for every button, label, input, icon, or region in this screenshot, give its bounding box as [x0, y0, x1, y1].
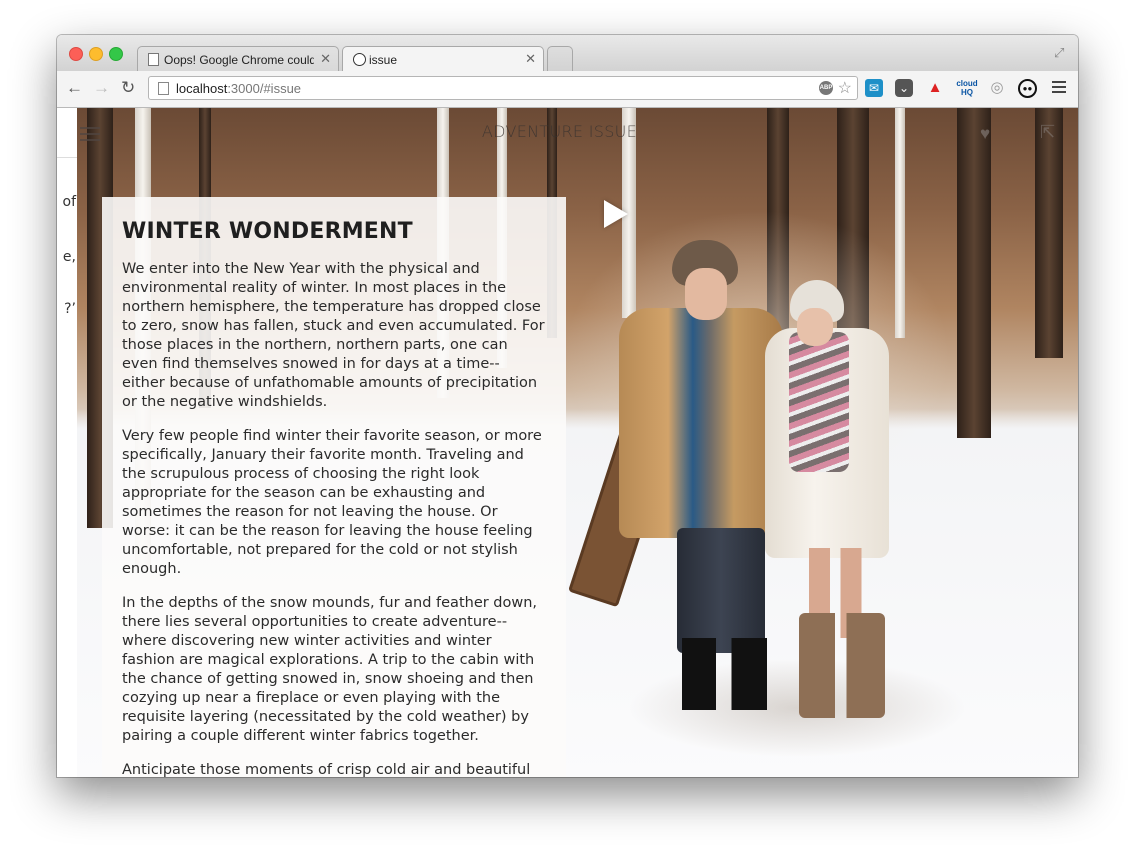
extension-dots-icon[interactable]: ●● [1018, 79, 1037, 98]
fullscreen-icon[interactable]: ⤢ [1054, 45, 1068, 60]
url-host: localhost [176, 81, 228, 96]
minimize-window-button[interactable] [89, 47, 103, 61]
pocket-icon[interactable]: ⌄ [895, 79, 913, 97]
tab-issue[interactable]: issue ✕ [342, 46, 544, 72]
article-title: WINTER WONDERMENT [122, 219, 413, 244]
article-paragraph: Anticipate those moments of crisp cold a… [122, 762, 531, 777]
url-text: localhost:3000/#issue [176, 81, 301, 96]
extension-car-icon[interactable]: ▲ [926, 79, 944, 97]
tab-title: issue [369, 53, 398, 67]
tab-oops[interactable]: Oops! Google Chrome could ✕ [137, 46, 339, 72]
page-icon [158, 82, 169, 95]
man-face [685, 268, 727, 320]
issue-favicon-icon [353, 53, 366, 66]
address-bar[interactable]: localhost:3000/#issue ABP ☆ [148, 76, 858, 100]
man-boots [682, 638, 767, 710]
play-icon[interactable] [604, 200, 628, 228]
page-icon [148, 53, 159, 66]
close-window-button[interactable] [69, 47, 83, 61]
browser-window: Oops! Google Chrome could ✕ issue ✕ ⤢ ← … [57, 35, 1078, 777]
cloudhq-icon[interactable]: cloud HQ [956, 79, 978, 97]
zoom-window-button[interactable] [109, 47, 123, 61]
article-paragraph: Very few people find winter their favori… [122, 428, 542, 577]
page-viewport: of e, ?’ ADVENTURE ISSUE ♥ ⇱ WINTER WOND… [57, 108, 1078, 777]
sidebar-text-fragment: e, [62, 249, 76, 265]
article-paragraph: We enter into the New Year with the phys… [122, 261, 545, 410]
extension-sync-icon[interactable]: ◎ [988, 79, 1006, 97]
back-arrow-icon[interactable]: ← [66, 79, 83, 97]
issue-title: ADVENTURE ISSUE [481, 122, 638, 141]
bookmark-star-icon[interactable]: ☆ [838, 78, 852, 98]
woman-fur-boots [799, 613, 885, 718]
man-jeans [677, 528, 765, 653]
heart-icon[interactable]: ♥ [980, 124, 990, 144]
browser-toolbar: ← → ↻ localhost:3000/#issue ABP ☆ ✉ ⌄ ▲ … [57, 71, 1078, 108]
sidebar-text-fragment: ?’ [64, 301, 76, 317]
woman-face [797, 308, 833, 346]
extension-mail-icon[interactable]: ✉ [865, 79, 883, 97]
reload-icon[interactable]: ↻ [121, 79, 135, 97]
close-tab-icon[interactable]: ✕ [320, 51, 331, 67]
article-paragraph: In the depths of the snow mounds, fur an… [122, 595, 538, 744]
tab-title: Oops! Google Chrome could [164, 53, 314, 67]
sidebar-text-fragment: of [62, 194, 77, 210]
sidebar-divider [57, 157, 77, 158]
share-icon[interactable]: ⇱ [1040, 122, 1055, 143]
man-coat [619, 308, 783, 538]
adblock-icon[interactable]: ABP [819, 81, 833, 95]
app-header: ADVENTURE ISSUE ♥ ⇱ [77, 108, 1078, 157]
woman-scarf [789, 332, 849, 472]
article-panel: WINTER WONDERMENT We enter into the New … [102, 197, 566, 777]
tab-strip: Oops! Google Chrome could ✕ issue ✕ ⤢ [57, 35, 1078, 72]
url-path: :3000/#issue [227, 81, 302, 96]
chrome-menu-icon[interactable] [1052, 81, 1066, 96]
close-tab-icon[interactable]: ✕ [525, 51, 536, 67]
hero-photo: ADVENTURE ISSUE ♥ ⇱ WINTER WONDERMENT We… [77, 108, 1078, 777]
offscreen-sidebar: of e, ?’ [57, 108, 78, 777]
forward-arrow-icon[interactable]: → [93, 79, 110, 97]
new-tab-button[interactable] [547, 46, 573, 72]
